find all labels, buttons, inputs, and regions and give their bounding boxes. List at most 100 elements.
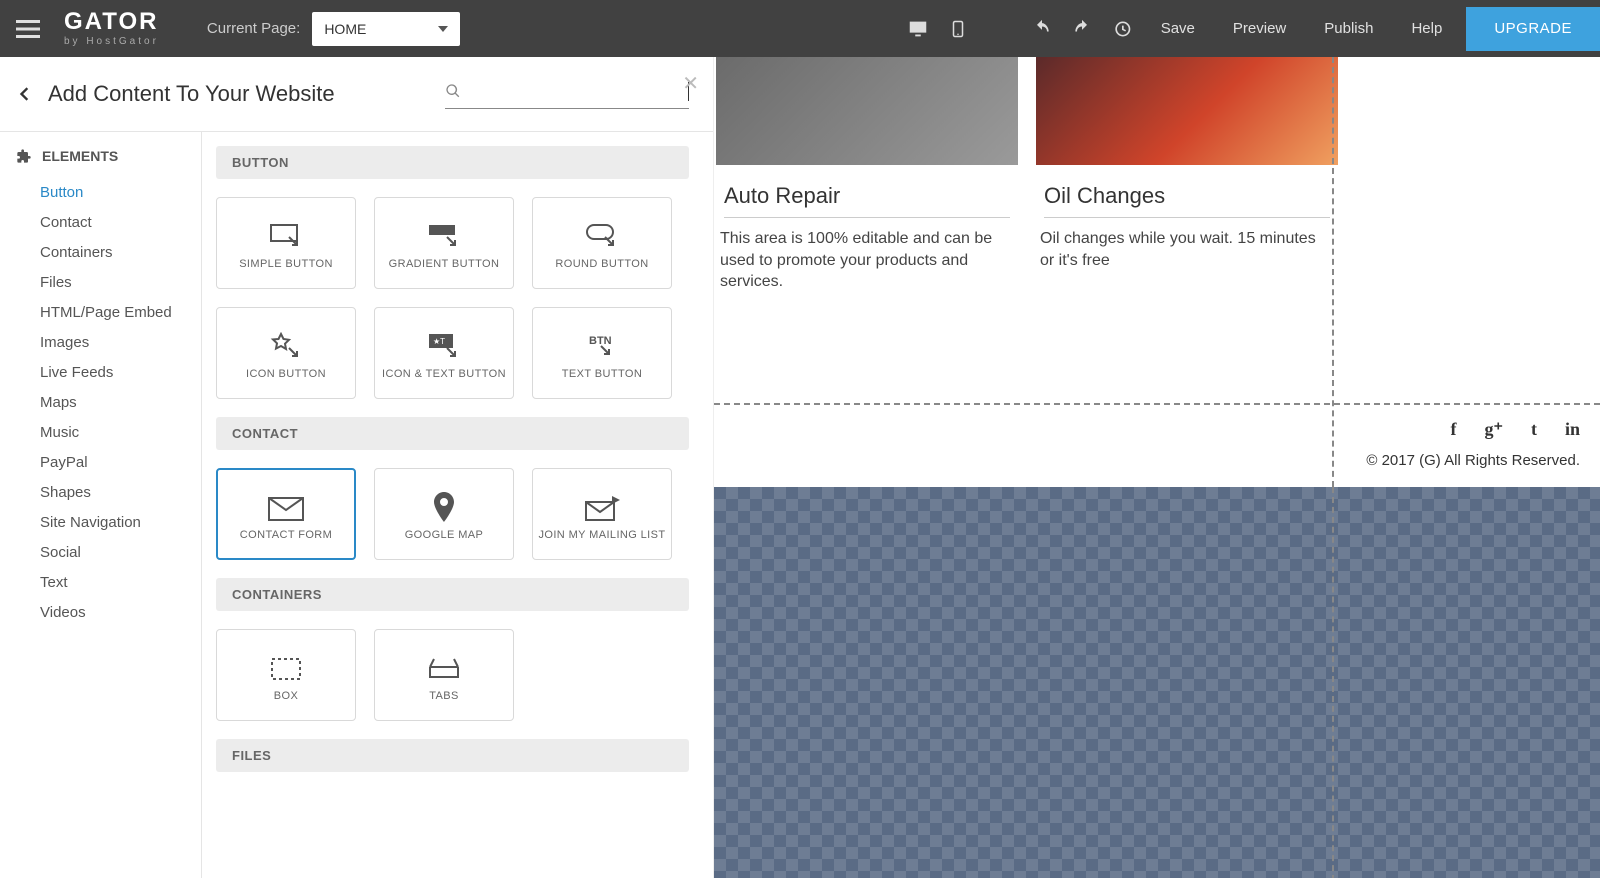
section-heading-button: BUTTON (216, 146, 689, 179)
tabs-icon (428, 648, 460, 690)
element-card-icon-button[interactable]: ICON BUTTON (216, 307, 356, 399)
undo-icon (1032, 19, 1052, 39)
element-card-google-map[interactable]: GOOGLE MAP (374, 468, 514, 560)
sidebar-item-html-page-embed[interactable]: HTML/Page Embed (40, 298, 201, 328)
panel-title: Add Content To Your Website (48, 81, 335, 107)
linkedin-icon[interactable]: in (1565, 419, 1580, 440)
logo: GATOR by HostGator (56, 10, 189, 47)
element-card-label: TABS (425, 690, 463, 702)
preview-image[interactable] (716, 57, 1018, 165)
element-card-box[interactable]: BOX (216, 629, 356, 721)
logo-subtext: by HostGator (64, 36, 159, 47)
twitter-icon[interactable]: t (1531, 419, 1537, 440)
sidebar-item-shapes[interactable]: Shapes (40, 478, 201, 508)
site-preview: Auto Repair This area is 100% editable a… (714, 57, 1600, 878)
element-card-text-button[interactable]: BTN TEXT BUTTON (532, 307, 672, 399)
preview-card-text[interactable]: Oil changes while you wait. 15 minutes o… (1040, 228, 1330, 271)
search-field[interactable] (445, 79, 689, 109)
back-button[interactable] (8, 78, 40, 110)
section-heading-files: FILES (216, 739, 689, 772)
element-card-label: CONTACT FORM (236, 529, 336, 541)
box-icon (270, 648, 302, 690)
redo-button[interactable] (1071, 18, 1093, 40)
text-button-icon: BTN (585, 326, 619, 368)
preview-card-title[interactable]: Auto Repair (724, 183, 1018, 209)
help-link[interactable]: Help (1411, 20, 1442, 37)
arrow-left-icon (14, 84, 34, 104)
chevron-down-icon (438, 26, 448, 32)
sidebar-item-button[interactable]: Button (40, 178, 201, 208)
redo-icon (1072, 19, 1092, 39)
element-card-label: ICON & TEXT BUTTON (378, 368, 510, 380)
desktop-view-button[interactable] (907, 18, 929, 40)
element-card-join-my-mailing-list[interactable]: JOIN MY MAILING LIST (532, 468, 672, 560)
sidebar-item-site-navigation[interactable]: Site Navigation (40, 508, 201, 538)
join-my-mailing-list-icon (582, 487, 622, 529)
menu-button[interactable] (0, 0, 56, 57)
svg-text:★T: ★T (433, 337, 445, 346)
puzzle-icon (16, 148, 32, 164)
sidebar-item-music[interactable]: Music (40, 418, 201, 448)
preview-link[interactable]: Preview (1233, 20, 1286, 37)
elements-gallery: BUTTON SIMPLE BUTTON GRADIENT BUTTON ROUND … (202, 132, 713, 878)
sidebar-item-text[interactable]: Text (40, 568, 201, 598)
sidebar-heading: ELEMENTS (42, 148, 118, 164)
mobile-icon (949, 18, 967, 40)
add-content-panel: ✕ Add Content To Your Website ELEMENTS B… (0, 57, 714, 878)
facebook-icon[interactable]: f (1450, 419, 1456, 440)
element-card-label: JOIN MY MAILING LIST (535, 529, 670, 541)
hamburger-icon (16, 20, 40, 38)
sidebar-item-containers[interactable]: Containers (40, 238, 201, 268)
sidebar-item-videos[interactable]: Videos (40, 598, 201, 628)
page-select[interactable]: HOME (312, 12, 460, 46)
elements-sidebar: ELEMENTS ButtonContactContainersFilesHTM… (0, 132, 202, 878)
element-card-label: SIMPLE BUTTON (235, 258, 337, 270)
mobile-view-button[interactable] (947, 18, 969, 40)
preview-card-text[interactable]: This area is 100% editable and can be us… (720, 228, 1010, 293)
sidebar-item-contact[interactable]: Contact (40, 208, 201, 238)
element-card-label: BOX (270, 690, 302, 702)
element-card-label: ICON BUTTON (242, 368, 330, 380)
gradient-button-icon (427, 216, 461, 258)
preview-image[interactable] (1036, 57, 1338, 165)
sidebar-item-live-feeds[interactable]: Live Feeds (40, 358, 201, 388)
sidebar-item-paypal[interactable]: PayPal (40, 448, 201, 478)
page-select-value: HOME (324, 21, 366, 37)
element-card-label: GRADIENT BUTTON (385, 258, 504, 270)
element-card-icon-text-button[interactable]: ★T ICON & TEXT BUTTON (374, 307, 514, 399)
history-icon (1112, 19, 1132, 39)
google-map-icon (432, 487, 456, 529)
icon-text-button-icon: ★T (427, 326, 461, 368)
current-page-label: Current Page: (207, 20, 300, 37)
sidebar-item-files[interactable]: Files (40, 268, 201, 298)
element-card-label: GOOGLE MAP (401, 529, 488, 541)
desktop-icon (907, 18, 929, 40)
search-icon (445, 83, 461, 99)
upgrade-button[interactable]: UPGRADE (1466, 7, 1600, 51)
publish-link[interactable]: Publish (1324, 20, 1373, 37)
element-card-tabs[interactable]: TABS (374, 629, 514, 721)
element-card-gradient-button[interactable]: GRADIENT BUTTON (374, 197, 514, 289)
round-button-icon (585, 216, 619, 258)
sidebar-item-social[interactable]: Social (40, 538, 201, 568)
save-link[interactable]: Save (1161, 20, 1195, 37)
sidebar-item-maps[interactable]: Maps (40, 388, 201, 418)
close-panel-button[interactable]: ✕ (682, 71, 699, 96)
undo-button[interactable] (1031, 18, 1053, 40)
element-card-simple-button[interactable]: SIMPLE BUTTON (216, 197, 356, 289)
sidebar-item-images[interactable]: Images (40, 328, 201, 358)
element-card-label: ROUND BUTTON (551, 258, 652, 270)
canvas-background[interactable] (714, 487, 1600, 878)
preview-card-title[interactable]: Oil Changes (1044, 183, 1338, 209)
history-button[interactable] (1111, 18, 1133, 40)
icon-button-icon (269, 326, 303, 368)
search-input[interactable] (461, 79, 690, 104)
svg-text:BTN: BTN (589, 335, 612, 347)
logo-text: GATOR (64, 10, 158, 34)
simple-button-icon (269, 216, 303, 258)
element-card-round-button[interactable]: ROUND BUTTON (532, 197, 672, 289)
element-card-label: TEXT BUTTON (558, 368, 646, 380)
element-card-contact-form[interactable]: CONTACT FORM (216, 468, 356, 560)
section-heading-containers: CONTAINERS (216, 578, 689, 611)
google-plus-icon[interactable]: g⁺ (1484, 419, 1503, 440)
